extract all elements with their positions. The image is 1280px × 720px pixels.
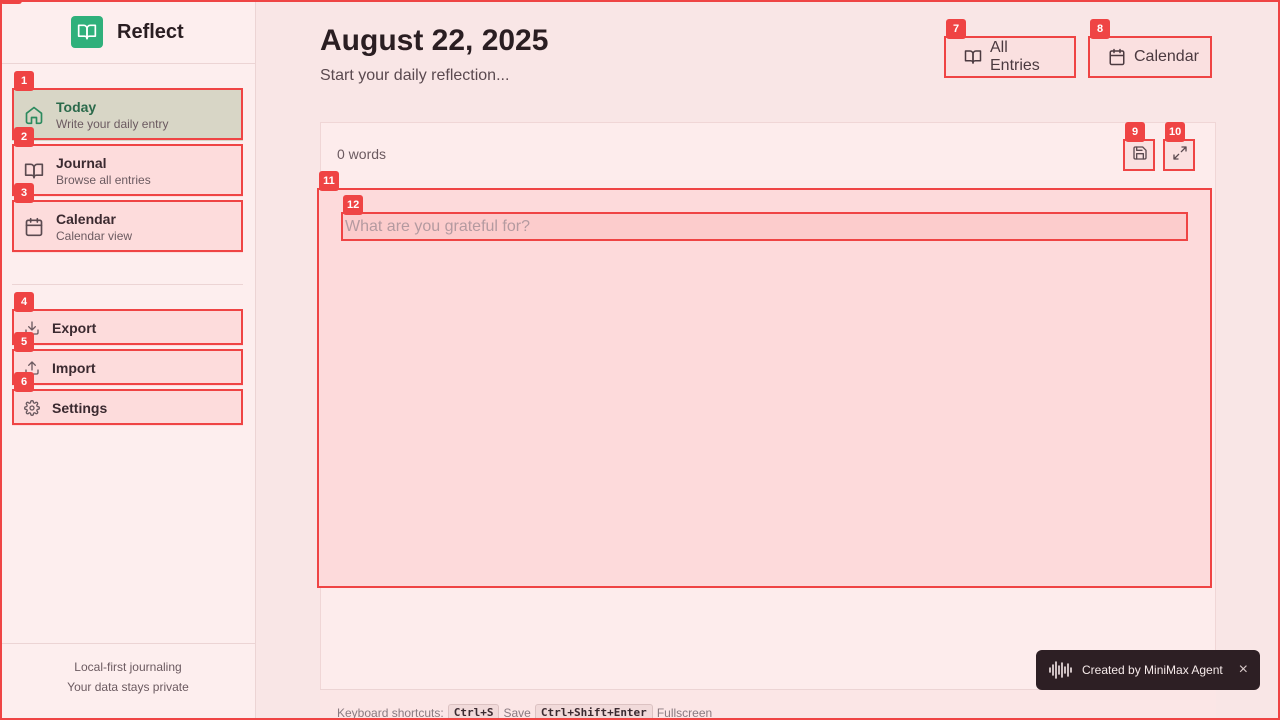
toast-text: Created by MiniMax Agent <box>1082 663 1223 677</box>
all-entries-label: All Entries <box>990 39 1040 74</box>
save-button[interactable] <box>1125 139 1155 171</box>
settings-button[interactable]: Settings <box>12 390 243 426</box>
book-logo-icon <box>71 16 103 48</box>
fullscreen-shortcut-label: Fullscreen <box>656 705 713 720</box>
marker-label: 10 <box>1165 122 1186 142</box>
calendar-button-label: Calendar <box>1134 48 1199 65</box>
maximize-icon <box>1172 145 1188 166</box>
nav-item-sub: Write your daily entry <box>56 117 169 131</box>
footer-tagline: Local-first journaling <box>74 660 182 674</box>
divider <box>0 63 256 64</box>
import-label: Import <box>52 360 96 376</box>
save-shortcut-key: Ctrl+S <box>447 704 500 720</box>
entry-input[interactable] <box>343 214 1186 239</box>
book-open-icon <box>964 48 982 66</box>
gear-icon <box>24 400 40 416</box>
marker-label: 8 <box>1090 19 1110 39</box>
divider <box>0 643 256 644</box>
marker-label: 9 <box>1125 122 1145 142</box>
export-button[interactable]: Export <box>12 310 243 346</box>
footer-privacy-note: Your data stays private <box>67 680 189 694</box>
import-button[interactable]: Import <box>12 350 243 386</box>
page-subtitle: Start your daily reflection... <box>320 67 510 84</box>
nav-item-sub: Browse all entries <box>56 173 151 187</box>
nav-item-label: Today <box>56 99 97 115</box>
book-open-icon <box>24 161 44 181</box>
fullscreen-button[interactable] <box>1165 139 1195 171</box>
settings-label: Settings <box>52 400 108 416</box>
nav-item-label: Calendar <box>56 211 116 227</box>
keyboard-shortcuts: Keyboard shortcuts: Ctrl+S Save Ctrl+Shi… <box>337 704 712 720</box>
fullscreen-shortcut-key: Ctrl+Shift+Enter <box>534 704 653 720</box>
nav-item-journal[interactable]: Journal Browse all entries <box>12 145 243 197</box>
calendar-button[interactable]: Calendar <box>1090 37 1210 77</box>
marker-label: 5 <box>14 332 34 352</box>
shortcuts-prefix: Keyboard shortcuts: <box>337 705 444 720</box>
marker-label: 6 <box>14 372 34 392</box>
page-title: August 22, 2025 <box>320 24 549 57</box>
nav-item-calendar[interactable]: Calendar Calendar view <box>12 201 243 253</box>
nav-item-today[interactable]: Today Write your daily entry <box>12 89 243 141</box>
close-icon[interactable]: × <box>1239 661 1248 679</box>
all-entries-button[interactable]: All Entries <box>946 37 1074 77</box>
sidebar: Reflect Today Write your daily entry Jou… <box>0 0 256 720</box>
marker-label: 12 <box>343 195 364 215</box>
marker-label: 11 <box>319 171 339 191</box>
marker-label: 7 <box>946 19 966 39</box>
marker-label: 2 <box>14 127 34 147</box>
marker-label: 3 <box>14 183 34 203</box>
export-label: Export <box>52 320 97 336</box>
save-shortcut-label: Save <box>503 705 531 720</box>
app-name: Reflect <box>117 20 184 43</box>
minimax-toast: Created by MiniMax Agent × <box>1036 650 1260 690</box>
brand: Reflect <box>71 16 184 48</box>
marker-label: 4 <box>14 292 34 312</box>
nav-item-label: Journal <box>56 155 107 171</box>
waveform-icon <box>1049 661 1072 679</box>
home-icon <box>24 105 44 125</box>
divider <box>12 284 243 285</box>
calendar-icon <box>1108 48 1126 66</box>
calendar-icon <box>24 217 44 237</box>
editor-area[interactable] <box>319 190 1210 587</box>
marker-label: 1 <box>14 71 34 91</box>
save-icon <box>1132 145 1148 166</box>
nav-item-sub: Calendar view <box>56 229 133 243</box>
word-count: 0 words <box>337 146 387 162</box>
